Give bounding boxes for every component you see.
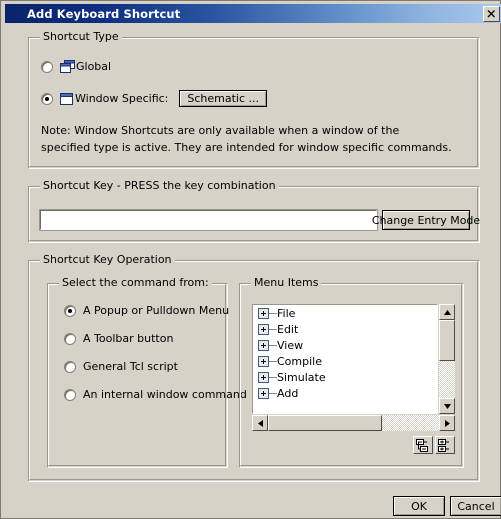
expander-icon[interactable] <box>258 387 269 399</box>
tree-vertical-scrollbar[interactable] <box>439 304 455 414</box>
menu-items-group: Menu Items File Edit View Compile Simula… <box>239 277 464 468</box>
multi-window-icon <box>60 60 75 73</box>
expander-icon[interactable] <box>258 323 269 335</box>
scroll-down-button[interactable] <box>439 398 455 414</box>
radio-toolbar-button[interactable] <box>64 332 76 345</box>
shortcut-type-group-title: Shortcut Type <box>40 31 122 43</box>
scroll-thumb-horizontal[interactable] <box>268 415 382 431</box>
shortcut-key-input[interactable] <box>39 209 378 231</box>
collapse-all-button[interactable] <box>413 436 433 454</box>
expander-icon[interactable] <box>258 355 269 367</box>
radio-tcl-script[interactable] <box>64 360 76 373</box>
shortcut-type-group: Shortcut Type Global Window Specific: Sc… <box>28 31 480 169</box>
tree-connector <box>269 344 277 346</box>
cancel-button[interactable]: Cancel <box>450 496 501 516</box>
shortcut-key-group-title: Shortcut Key - PRESS the key combination <box>40 180 279 192</box>
tree-label: File <box>277 306 296 320</box>
title-bar: Add Keyboard Shortcut <box>5 4 501 23</box>
collapse-all-icon <box>416 438 428 452</box>
radio-row-popup-menu[interactable]: A Popup or Pulldown Menu <box>64 304 229 317</box>
command-source-group: Select the command from: A Popup or Pull… <box>47 277 247 468</box>
menu-items-group-title: Menu Items <box>251 277 322 289</box>
scroll-up-button[interactable] <box>439 304 455 320</box>
tree-label: Compile <box>277 354 322 368</box>
shortcut-key-operation-group: Shortcut Key Operation Select the comman… <box>28 254 480 482</box>
tree-connector <box>269 312 277 314</box>
scroll-right-button[interactable] <box>439 415 455 431</box>
expander-icon[interactable] <box>258 339 269 351</box>
tree-label: Simulate <box>277 370 326 384</box>
expand-all-button[interactable] <box>435 436 455 454</box>
scroll-thumb-vertical[interactable] <box>439 320 455 361</box>
tree-label: Edit <box>277 322 299 336</box>
single-window-icon <box>60 92 73 105</box>
tree-connector <box>269 392 277 394</box>
radio-window-specific[interactable] <box>41 92 53 105</box>
menu-items-tree[interactable]: File Edit View Compile Simulate Add <box>252 304 438 414</box>
tree-connector <box>269 376 277 378</box>
shortcut-type-note: Note: Window Shortcuts are only availabl… <box>41 124 452 154</box>
tree-connector <box>269 360 277 362</box>
radio-row-tcl-script[interactable]: General Tcl script <box>64 360 178 373</box>
radio-label-tcl-script: General Tcl script <box>83 360 178 373</box>
tree-row[interactable]: View <box>253 337 437 353</box>
expander-icon[interactable] <box>258 371 269 383</box>
tree-row[interactable]: Edit <box>253 321 437 337</box>
radio-label-window-specific: Window Specific: <box>75 92 169 105</box>
scroll-left-button[interactable] <box>252 415 268 431</box>
tree-connector <box>269 328 277 330</box>
radio-label-global: Global <box>76 60 112 73</box>
tree-label: Add <box>277 386 299 400</box>
radio-label-popup-menu: A Popup or Pulldown Menu <box>83 304 230 317</box>
close-button[interactable] <box>483 6 500 22</box>
radio-internal-window-command[interactable] <box>64 388 76 401</box>
arrow-up-icon <box>443 309 451 315</box>
shortcut-key-operation-group-title: Shortcut Key Operation <box>40 254 175 266</box>
command-source-group-title: Select the command from: <box>59 277 212 289</box>
radio-global[interactable] <box>41 60 53 73</box>
shortcut-key-group: Shortcut Key - PRESS the key combination… <box>28 180 480 243</box>
radio-row-toolbar-button[interactable]: A Toolbar button <box>64 332 173 345</box>
window-title: Add Keyboard Shortcut <box>27 6 181 21</box>
tree-row[interactable]: File <box>253 305 437 321</box>
radio-row-global[interactable]: Global <box>41 60 111 73</box>
arrow-left-icon <box>257 419 263 427</box>
tree-horizontal-scrollbar[interactable] <box>252 415 455 431</box>
tree-label: View <box>277 338 304 352</box>
change-entry-mode-button[interactable]: Change Entry Mode <box>372 210 480 230</box>
radio-label-internal-window-command: An internal window command <box>83 388 247 401</box>
add-keyboard-shortcut-dialog: Add Keyboard Shortcut Shortcut Type Glob… <box>0 0 501 519</box>
tree-row[interactable]: Simulate <box>253 369 437 385</box>
radio-row-internal-window-command[interactable]: An internal window command <box>64 388 247 401</box>
radio-row-window-specific[interactable]: Window Specific: Schematic ... <box>41 90 268 107</box>
ok-button[interactable]: OK <box>393 496 445 516</box>
close-x-icon <box>487 10 495 18</box>
window-type-button[interactable]: Schematic ... <box>179 90 268 107</box>
arrow-right-icon <box>444 419 450 427</box>
tree-row[interactable]: Add <box>253 385 437 401</box>
tree-row[interactable]: Compile <box>253 353 437 369</box>
arrow-down-icon <box>443 403 451 409</box>
expander-icon[interactable] <box>258 307 269 319</box>
expand-all-icon <box>438 438 449 452</box>
radio-popup-menu[interactable] <box>64 304 76 317</box>
radio-label-toolbar-button: A Toolbar button <box>83 332 174 345</box>
